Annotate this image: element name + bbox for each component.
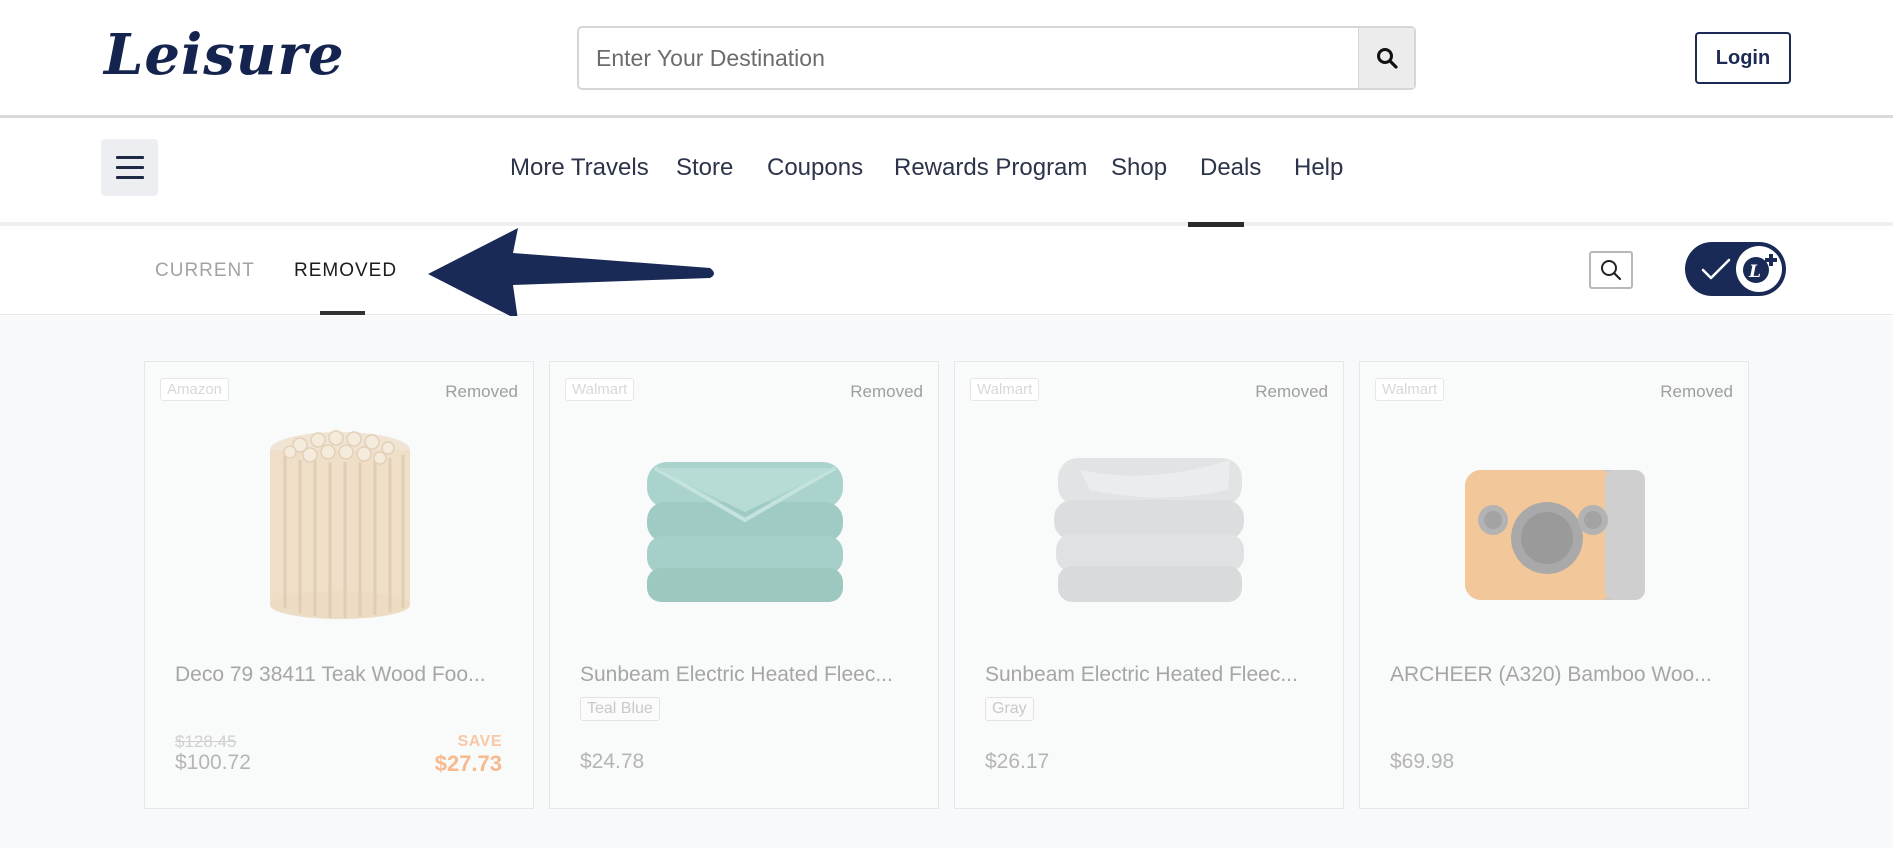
- store-badge: Walmart: [565, 378, 635, 401]
- sale-price: $100.72: [175, 751, 251, 774]
- product-title[interactable]: Sunbeam Electric Heated Fleec...: [580, 663, 893, 687]
- checkmark-icon: [1701, 258, 1731, 280]
- tab-current[interactable]: CURRENT: [155, 260, 255, 282]
- status-label: Removed: [1660, 382, 1733, 401]
- hamburger-menu-button[interactable]: [101, 139, 158, 196]
- price: $69.98: [1390, 750, 1455, 773]
- hamburger-icon-bar: [115, 176, 144, 179]
- active-tab-indicator: [320, 311, 365, 315]
- deal-card[interactable]: Amazon Removed Deco 79 38411 Teak Wood F…: [144, 361, 534, 809]
- store-badge: Walmart: [1375, 378, 1445, 401]
- hamburger-icon-bar: [115, 166, 144, 169]
- nav-item-help[interactable]: Help: [1294, 154, 1343, 182]
- destination-search: [577, 26, 1416, 90]
- price: $24.78: [580, 750, 645, 773]
- tab-removed[interactable]: REMOVED: [294, 260, 397, 282]
- hamburger-icon-bar: [115, 156, 144, 159]
- store-badge: Walmart: [970, 378, 1040, 401]
- svg-text:L: L: [1748, 262, 1761, 282]
- variant-tag: Gray: [985, 697, 1034, 721]
- login-button[interactable]: Login: [1695, 32, 1791, 84]
- product-image-teak-stool: [270, 430, 410, 619]
- extension-toggle[interactable]: L: [1685, 242, 1786, 296]
- deals-tab-bar: CURRENT REMOVED L: [0, 228, 1893, 320]
- pointer-arrow-annotation: [428, 228, 714, 320]
- logo[interactable]: Leisure: [104, 22, 345, 88]
- original-price: $128.45: [175, 732, 237, 751]
- deals-search-button[interactable]: [1589, 251, 1633, 289]
- active-nav-indicator: [1188, 222, 1244, 227]
- nav-item-rewards-program[interactable]: Rewards Program: [894, 154, 1087, 182]
- product-title[interactable]: Deco 79 38411 Teak Wood Foo...: [175, 663, 486, 687]
- deals-grid: Amazon Removed Deco 79 38411 Teak Wood F…: [0, 316, 1893, 848]
- variant-tag: Teal Blue: [580, 697, 660, 721]
- search-icon: [1376, 48, 1398, 69]
- store-badge: Amazon: [160, 378, 230, 401]
- save-label: SAVE: [457, 733, 502, 750]
- status-label: Removed: [1255, 382, 1328, 401]
- search-icon: [1601, 260, 1622, 281]
- nav-item-more-travels[interactable]: More Travels: [510, 154, 649, 182]
- nav-item-store[interactable]: Store: [676, 154, 733, 182]
- leisure-plus-icon: L: [1736, 246, 1782, 292]
- product-image-bamboo-speaker: [1465, 470, 1645, 600]
- search-button[interactable]: [1358, 28, 1414, 88]
- header: Leisure Login: [0, 0, 1893, 118]
- status-label: Removed: [445, 382, 518, 401]
- product-image-teal-blanket: [647, 462, 843, 602]
- product-title[interactable]: Sunbeam Electric Heated Fleec...: [985, 663, 1298, 687]
- main-nav: More Travels Store Coupons Rewards Progr…: [0, 118, 1893, 227]
- product-image-gray-blanket: [1054, 458, 1244, 602]
- nav-item-deals[interactable]: Deals: [1200, 154, 1261, 182]
- destination-search-input[interactable]: [579, 28, 1359, 88]
- price: $26.17: [985, 750, 1050, 773]
- nav-item-shop[interactable]: Shop: [1111, 154, 1167, 182]
- deal-card[interactable]: Walmart Removed Sunbeam Electric Heated …: [549, 361, 939, 809]
- product-title[interactable]: ARCHEER (A320) Bamboo Woo...: [1390, 663, 1712, 687]
- deal-card[interactable]: Walmart Removed ARCHEER (A320) Bamboo Wo…: [1359, 361, 1749, 809]
- deal-card[interactable]: Walmart Removed Sunbeam Electric Heated …: [954, 361, 1344, 809]
- save-amount: $27.73: [434, 751, 502, 776]
- nav-item-coupons[interactable]: Coupons: [767, 154, 863, 182]
- status-label: Removed: [850, 382, 923, 401]
